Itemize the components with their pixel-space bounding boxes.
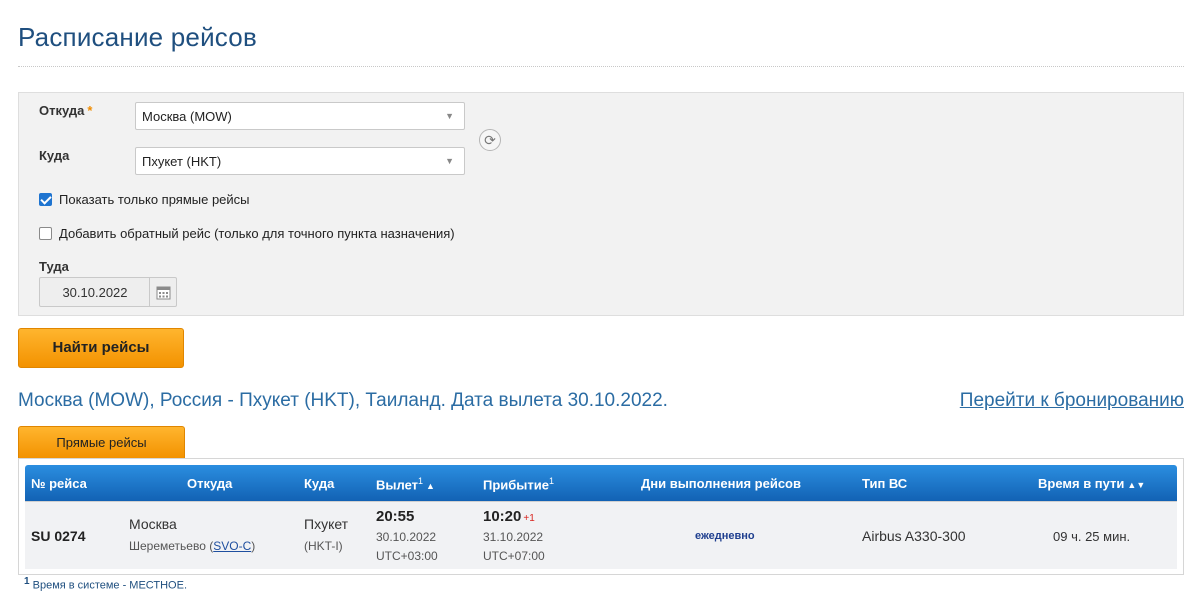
schedule-table: № рейса Откуда Куда Вылет1▲ Прибытие1 Дн…: [18, 458, 1184, 575]
tab-direct-flights[interactable]: Прямые рейсы: [18, 426, 185, 458]
departure-date: 30.10.2022: [376, 530, 437, 544]
direct-only-option[interactable]: Показать только прямые рейсы: [39, 192, 250, 207]
arrival-time: 10:20: [483, 508, 522, 525]
chevron-down-icon: ▼: [445, 156, 454, 166]
from-airport-code-link[interactable]: SVO-C: [213, 539, 251, 553]
required-mark: *: [87, 103, 93, 118]
col-duration-label: Время в пути: [1038, 476, 1125, 491]
from-label: Откуда *: [39, 103, 92, 118]
title-divider: [18, 66, 1184, 67]
table-header: № рейса Откуда Куда Вылет1▲ Прибытие1 Дн…: [25, 465, 1177, 501]
direct-only-label: Показать только прямые рейсы: [59, 192, 250, 207]
footnote-mark: 1: [24, 576, 30, 587]
from-label-text: Откуда: [39, 103, 85, 118]
col-duration[interactable]: Время в пути ▲▼: [1038, 476, 1145, 491]
to-airport-code: (HKT-I): [304, 539, 343, 553]
departure-timezone: UTC+03:00: [376, 549, 438, 563]
page-title: Расписание рейсов: [18, 22, 257, 52]
from-city: Москва: [129, 516, 177, 532]
result-summary: Москва (MOW), Россия - Пхукет (HKT), Таи…: [18, 390, 668, 411]
from-select-value: Москва (MOW): [142, 109, 232, 124]
find-flights-button[interactable]: Найти рейсы: [18, 328, 184, 368]
go-to-booking-link[interactable]: Перейти к бронированию: [960, 390, 1184, 412]
col-from: Откуда: [187, 476, 233, 491]
col-arrival-sup: 1: [549, 476, 555, 486]
to-select[interactable]: Пхукет (HKT) ▼: [135, 147, 465, 175]
operating-days: ежедневно: [695, 530, 755, 542]
date-field[interactable]: 30.10.2022: [39, 277, 177, 307]
arrival-timezone: UTC+07:00: [483, 549, 545, 563]
return-flight-label: Добавить обратный рейс (только для точно…: [59, 226, 455, 241]
departure-time: 20:55: [376, 508, 415, 525]
search-panel: Откуда * Москва (MOW) ▼ ⟳ Куда Пхукет (HK…: [18, 92, 1184, 316]
sort-both-icon: ▲▼: [1127, 480, 1146, 490]
to-select-value: Пхукет (HKT): [142, 154, 222, 169]
flight-number: SU 0274: [31, 528, 86, 544]
arrival-next-day-badge: +1: [523, 513, 535, 524]
travel-duration: 09 ч. 25 мин.: [1053, 529, 1131, 544]
col-arrival[interactable]: Прибытие1: [483, 476, 554, 492]
from-select[interactable]: Москва (MOW) ▼: [135, 102, 465, 130]
date-value: 30.10.2022: [62, 285, 128, 300]
chevron-down-icon: ▼: [445, 111, 454, 121]
to-label: Куда: [39, 148, 70, 163]
col-departure-label: Вылет: [376, 477, 419, 493]
sort-asc-icon: ▲: [426, 481, 435, 492]
col-to: Куда: [304, 476, 335, 491]
calendar-icon[interactable]: [149, 278, 176, 306]
direct-only-checkbox[interactable]: [39, 193, 52, 206]
table-row[interactable]: SU 0274 Москва Шереметьево (SVO-C) Пхуке…: [25, 501, 1177, 569]
arrival-date: 31.10.2022: [483, 530, 544, 544]
arrival-time-group: 10:20 +1: [483, 508, 535, 525]
col-departure-sup: 1: [418, 476, 424, 486]
from-airport-name: Шереметьево: [129, 539, 206, 553]
date-label: Туда: [39, 259, 69, 274]
return-flight-option[interactable]: Добавить обратный рейс (только для точно…: [39, 226, 455, 241]
return-flight-checkbox[interactable]: [39, 227, 52, 240]
col-days: Дни выполнения рейсов: [641, 476, 801, 491]
footnote-text: Время в системе - МЕСТНОЕ.: [32, 579, 187, 592]
footnote: 1 Время в системе - МЕСТНОЕ.: [24, 576, 187, 592]
to-city: Пхукет: [304, 516, 349, 532]
col-arrival-label: Прибытие: [483, 477, 549, 493]
from-airport: Шереметьево (SVO-C): [129, 539, 256, 553]
col-departure[interactable]: Вылет1▲: [376, 476, 435, 492]
aircraft-type: Airbus A330-300: [862, 528, 966, 544]
col-flight-no: № рейса: [31, 476, 87, 491]
swap-direction-icon[interactable]: ⟳: [479, 129, 501, 151]
col-aircraft: Тип ВС: [862, 476, 908, 491]
